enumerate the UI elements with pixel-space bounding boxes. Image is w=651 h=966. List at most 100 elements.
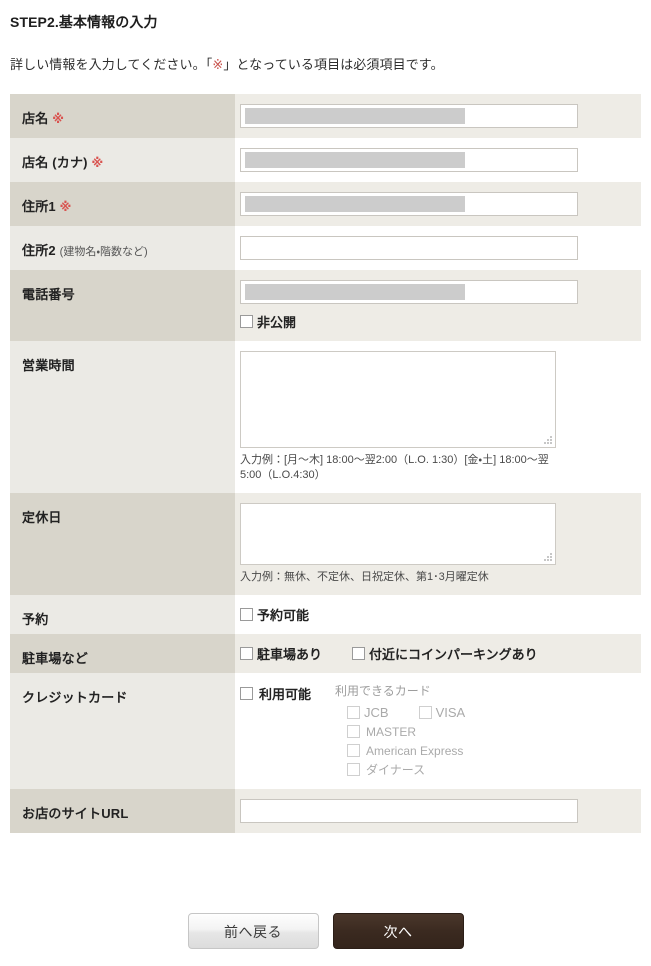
reservation-label: 予約可能 — [257, 608, 310, 623]
basic-info-form-table: 店名 ※ 店名 (カナ) ※ 住所1 ※ 住所2 (建物名・階数など) 電話番号… — [10, 94, 641, 833]
card-label-jcb: JCB — [364, 705, 389, 720]
label-text: 住所1 — [22, 199, 56, 214]
address2-input[interactable] — [240, 236, 578, 260]
phone-input[interactable] — [240, 280, 578, 304]
table-row-parking: 駐車場など 駐車場あり 付近にコインパーキングあり — [10, 634, 641, 673]
required-mark-icon: ※ — [91, 156, 104, 170]
credit-card-row-diners: ダイナース — [347, 760, 465, 779]
business-hours-textarea[interactable] — [240, 351, 556, 448]
label-shop-name-kana: 店名 (カナ) ※ — [10, 138, 235, 182]
redaction-block — [245, 152, 465, 168]
description-text-before: 詳しい情報を入力してください。「 — [10, 57, 213, 72]
credit-card-list-title: 利用できるカード — [335, 684, 431, 698]
required-mark-icon: ※ — [59, 200, 72, 214]
required-mark-icon: ※ — [212, 57, 224, 72]
label-sublabel: (建物名・階数など) — [59, 246, 148, 258]
credit-card-row-master: MASTER — [347, 722, 465, 741]
label-shop-name: 店名 ※ — [10, 94, 235, 138]
label-address1: 住所1 ※ — [10, 182, 235, 226]
closed-days-textarea[interactable] — [240, 503, 556, 565]
label-text: 店名 (カナ) — [22, 155, 88, 170]
credit-available-label: 利用可能 — [259, 687, 312, 702]
value-address1 — [235, 182, 641, 226]
signup-step2-page: STEP2.基本情報の入力 詳しい情報を入力してください。「※」となっている項目… — [0, 0, 651, 966]
table-row-reservation: 予約 予約可能 — [10, 595, 641, 634]
credit-card-block: 利用可能 利用できるカード JCB VISA MASTER American E… — [240, 683, 641, 779]
value-credit-card: 利用可能 利用できるカード JCB VISA MASTER American E… — [235, 673, 641, 789]
phone-private-label: 非公開 — [257, 315, 297, 330]
checkbox-icon[interactable] — [240, 315, 253, 328]
checkbox-icon-visa[interactable] — [418, 706, 432, 719]
resize-handle-icon[interactable] — [544, 553, 553, 562]
checkbox-icon-american-express[interactable] — [347, 744, 361, 757]
redaction-block — [245, 196, 465, 212]
label-text: クレジットカード — [22, 690, 128, 705]
label-address2: 住所2 (建物名・階数など) — [10, 226, 235, 270]
label-site-url: お店のサイトURL — [10, 789, 235, 833]
label-text: 定休日 — [22, 510, 62, 525]
table-row-business-hours: 営業時間 入力例：[月〜木] 18:00〜翌2:00（L.O. 1:30）[金・… — [10, 341, 641, 493]
table-row-closed-days: 定休日 入力例：無休、不定休、日祝定休、第1･3月曜定休 — [10, 493, 641, 595]
table-row-credit-card: クレジットカード 利用可能 利用できるカード JCB VISA MASTER A… — [10, 673, 641, 789]
value-closed-days: 入力例：無休、不定休、日祝定休、第1･3月曜定休 — [235, 493, 641, 595]
parking-available-label: 駐車場あり — [257, 647, 323, 662]
checkbox-icon-jcb[interactable] — [347, 706, 361, 719]
value-shop-name-kana — [235, 138, 641, 182]
shop-name-kana-input[interactable] — [240, 148, 578, 172]
label-text: 電話番号 — [22, 287, 75, 302]
next-button[interactable]: 次へ — [332, 913, 464, 949]
value-address2 — [235, 226, 641, 270]
table-row-shop-name: 店名 ※ — [10, 94, 641, 138]
reservation-checkbox-row[interactable]: 予約可能 — [240, 605, 641, 624]
table-row-site-url: お店のサイトURL — [10, 789, 641, 833]
site-url-input[interactable] — [240, 799, 578, 823]
table-row-address1: 住所1 ※ — [10, 182, 641, 226]
label-text: 営業時間 — [22, 358, 75, 373]
value-business-hours: 入力例：[月〜木] 18:00〜翌2:00（L.O. 1:30）[金・土] 18… — [235, 341, 641, 493]
credit-card-available-row[interactable]: 利用可能 — [240, 683, 311, 703]
checkbox-icon-master[interactable] — [347, 725, 361, 738]
table-row-shop-name-kana: 店名 (カナ) ※ — [10, 138, 641, 182]
back-button[interactable]: 前へ戻る — [187, 913, 319, 949]
closed-days-hint: 入力例：無休、不定休、日祝定休、第1･3月曜定休 — [240, 571, 489, 583]
label-business-hours: 営業時間 — [10, 341, 235, 493]
credit-card-row-jcb-visa: JCB VISA — [347, 703, 465, 722]
card-label-master: MASTER — [366, 724, 417, 739]
label-credit-card: クレジットカード — [10, 673, 235, 789]
required-mark-icon: ※ — [52, 112, 65, 126]
form-button-bar: 前へ戻る 次へ — [0, 913, 651, 949]
checkbox-icon[interactable] — [240, 608, 253, 621]
credit-card-row-amex: American Express — [347, 741, 465, 760]
label-closed-days: 定休日 — [10, 493, 235, 595]
checkbox-icon-diners[interactable] — [347, 763, 361, 776]
value-site-url — [235, 789, 641, 833]
checkbox-icon-parking-available[interactable] — [240, 647, 253, 660]
label-text: 住所2 — [22, 243, 56, 258]
address1-input[interactable] — [240, 192, 578, 216]
shop-name-input[interactable] — [240, 104, 578, 128]
resize-handle-icon[interactable] — [544, 436, 553, 445]
page-description: 詳しい情報を入力してください。「※」となっている項目は必須項目です。 — [0, 32, 651, 73]
value-shop-name — [235, 94, 641, 138]
parking-checkbox-group: 駐車場あり 付近にコインパーキングあり — [240, 644, 641, 663]
card-label-visa: VISA — [435, 705, 466, 720]
card-label-american-express: American Express — [366, 743, 464, 758]
phone-private-checkbox-row[interactable]: 非公開 — [240, 312, 641, 331]
label-reservation: 予約 — [10, 595, 235, 634]
label-text: お店のサイトURL — [22, 806, 129, 821]
value-parking: 駐車場あり 付近にコインパーキングあり — [235, 634, 641, 673]
value-reservation: 予約可能 — [235, 595, 641, 634]
table-row-phone: 電話番号 非公開 — [10, 270, 641, 341]
checkbox-icon-credit-available[interactable] — [240, 687, 253, 700]
description-text-after: 」となっている項目は必須項目です。 — [223, 57, 444, 72]
redaction-block — [245, 284, 465, 300]
redaction-block — [245, 108, 465, 124]
label-text: 予約 — [22, 612, 49, 627]
checkbox-icon-coin-parking-nearby[interactable] — [352, 647, 366, 660]
page-title: STEP2.基本情報の入力 — [10, 14, 158, 30]
business-hours-hint: 入力例：[月〜木] 18:00〜翌2:00（L.O. 1:30）[金・土] 18… — [240, 454, 549, 481]
label-text: 店名 — [22, 111, 49, 126]
credit-card-list: 利用できるカード JCB VISA MASTER American Expres… — [335, 683, 465, 779]
coin-parking-label: 付近にコインパーキングあり — [369, 647, 538, 662]
label-phone: 電話番号 — [10, 270, 235, 341]
